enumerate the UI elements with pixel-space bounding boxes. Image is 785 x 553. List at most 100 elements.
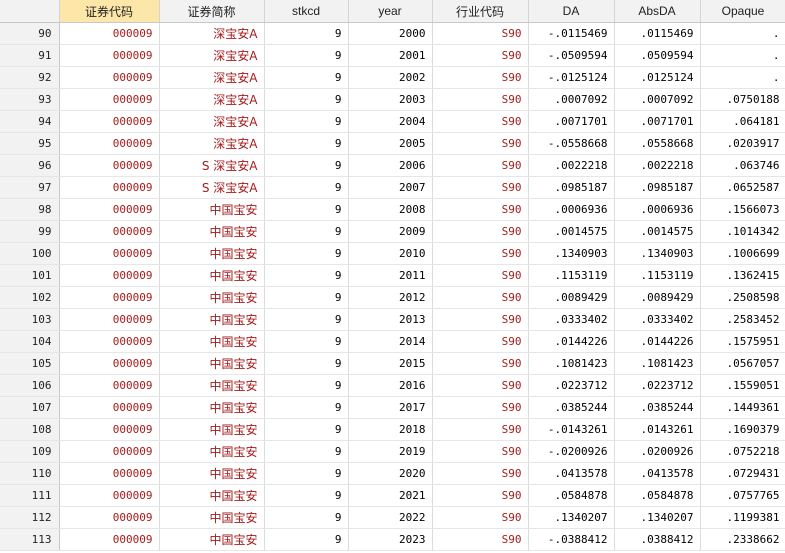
corner-cell[interactable] [0, 0, 60, 23]
cell-year[interactable]: 2020 [348, 462, 433, 485]
cell-code[interactable]: 000009 [59, 66, 160, 89]
cell-code[interactable]: 000009 [59, 440, 160, 463]
cell-code[interactable]: 000009 [59, 352, 160, 375]
cell-industry[interactable]: S90 [432, 44, 529, 67]
cell-year[interactable]: 2022 [348, 506, 433, 529]
cell-year[interactable]: 2015 [348, 352, 433, 375]
cell-opaque[interactable]: .1199381 [700, 506, 785, 529]
cell-code[interactable]: 000009 [59, 308, 160, 331]
cell-name[interactable]: 深宝安A [159, 22, 265, 45]
table-row[interactable]: 103 000009 中国宝安 9 2013 S90.0333402.0333402.25… [0, 308, 785, 331]
table-row[interactable]: 105 000009 中国宝安 9 2015 S90.1081423.1081423.05… [0, 352, 785, 375]
cell-code[interactable]: 000009 [59, 396, 160, 419]
cell-industry[interactable]: S90 [432, 528, 529, 551]
cell-name[interactable]: 中国宝安 [159, 286, 265, 309]
cell-da[interactable]: -.0388412 [528, 528, 615, 551]
cell-name[interactable]: 中国宝安 [159, 308, 265, 331]
cell-code[interactable]: 000009 [59, 330, 160, 353]
cell-year[interactable]: 2009 [348, 220, 433, 243]
cell-industry[interactable]: S90 [432, 418, 529, 441]
cell-name[interactable]: 中国宝安 [159, 528, 265, 551]
cell-da[interactable]: .1081423 [528, 352, 615, 375]
cell-name[interactable]: 中国宝安 [159, 220, 265, 243]
cell-name[interactable]: 中国宝安 [159, 374, 265, 397]
cell-da[interactable]: -.0509594 [528, 44, 615, 67]
cell-opaque[interactable]: . [700, 66, 785, 89]
cell-name[interactable]: 中国宝安 [159, 242, 265, 265]
cell-da[interactable]: .1340903 [528, 242, 615, 265]
cell-absda[interactable]: .0200926 [614, 440, 701, 463]
cell-name[interactable]: 中国宝安 [159, 264, 265, 287]
column-header-year[interactable]: year [348, 0, 433, 23]
column-header-opaque[interactable]: Opaque [700, 0, 785, 23]
cell-industry[interactable]: S90 [432, 484, 529, 507]
cell-year[interactable]: 2003 [348, 88, 433, 111]
cell-opaque[interactable]: .0757765 [700, 484, 785, 507]
cell-opaque[interactable]: .0729431 [700, 462, 785, 485]
cell-industry[interactable]: S90 [432, 330, 529, 353]
data-editor-grid[interactable]: 证券代码 证券简称 stkcd year 行业代码 DA AbsDA Opaqu… [0, 0, 785, 553]
column-header-da[interactable]: DA [528, 0, 615, 23]
cell-code[interactable]: 000009 [59, 132, 160, 155]
cell-da[interactable]: .0071701 [528, 110, 615, 133]
cell-industry[interactable]: S90 [432, 506, 529, 529]
cell-name[interactable]: S 深宝安A [159, 176, 265, 199]
cell-da[interactable]: .0022218 [528, 154, 615, 177]
table-row[interactable]: 113 000009 中国宝安 9 2023 S90 -.0388412.0388412.2… [0, 528, 785, 551]
cell-year[interactable]: 2017 [348, 396, 433, 419]
cell-stkcd[interactable]: 9 [264, 220, 349, 243]
column-header-code[interactable]: 证券代码 [59, 0, 160, 23]
cell-year[interactable]: 2006 [348, 154, 433, 177]
table-row[interactable]: 90 000009 深宝安A 9 2000 S90 -.0115469.0115469. [0, 22, 785, 45]
table-row[interactable]: 92 000009 深宝安A 9 2002 S90 -.0125124.0125124. [0, 66, 785, 89]
cell-opaque[interactable]: .064181 [700, 110, 785, 133]
table-row[interactable]: 95 000009 深宝安A 9 2005 S90 -.0558668.0558668.02… [0, 132, 785, 155]
cell-year[interactable]: 2001 [348, 44, 433, 67]
cell-code[interactable]: 000009 [59, 286, 160, 309]
cell-stkcd[interactable]: 9 [264, 286, 349, 309]
cell-stkcd[interactable]: 9 [264, 264, 349, 287]
cell-industry[interactable]: S90 [432, 462, 529, 485]
table-row[interactable]: 111 000009 中国宝安 9 2021 S90.0584878.0584878.07… [0, 484, 785, 507]
cell-opaque[interactable]: .0652587 [700, 176, 785, 199]
table-row[interactable]: 93 000009 深宝安A 9 2003 S90.0007092.0007092.075… [0, 88, 785, 111]
cell-da[interactable]: .1153119 [528, 264, 615, 287]
table-row[interactable]: 97 000009 S 深宝安A 9 2007 S90.0985187.0985187.0… [0, 176, 785, 199]
cell-absda[interactable]: .1081423 [614, 352, 701, 375]
cell-industry[interactable]: S90 [432, 286, 529, 309]
cell-absda[interactable]: .0558668 [614, 132, 701, 155]
cell-da[interactable]: .0584878 [528, 484, 615, 507]
cell-opaque[interactable]: .1014342 [700, 220, 785, 243]
cell-stkcd[interactable]: 9 [264, 176, 349, 199]
cell-stkcd[interactable]: 9 [264, 242, 349, 265]
cell-code[interactable]: 000009 [59, 506, 160, 529]
cell-code[interactable]: 000009 [59, 528, 160, 551]
cell-absda[interactable]: .0413578 [614, 462, 701, 485]
cell-year[interactable]: 2007 [348, 176, 433, 199]
cell-year[interactable]: 2005 [348, 132, 433, 155]
cell-stkcd[interactable]: 9 [264, 154, 349, 177]
cell-name[interactable]: 中国宝安 [159, 506, 265, 529]
cell-absda[interactable]: .1340207 [614, 506, 701, 529]
cell-stkcd[interactable]: 9 [264, 22, 349, 45]
cell-opaque[interactable]: . [700, 44, 785, 67]
cell-opaque[interactable]: .2508598 [700, 286, 785, 309]
cell-industry[interactable]: S90 [432, 110, 529, 133]
cell-da[interactable]: .0223712 [528, 374, 615, 397]
cell-da[interactable]: .0413578 [528, 462, 615, 485]
cell-industry[interactable]: S90 [432, 132, 529, 155]
cell-absda[interactable]: .0388412 [614, 528, 701, 551]
cell-opaque[interactable]: . [700, 22, 785, 45]
cell-name[interactable]: 深宝安A [159, 66, 265, 89]
cell-opaque[interactable]: .0567057 [700, 352, 785, 375]
cell-code[interactable]: 000009 [59, 264, 160, 287]
cell-absda[interactable]: .1153119 [614, 264, 701, 287]
cell-code[interactable]: 000009 [59, 374, 160, 397]
cell-year[interactable]: 2011 [348, 264, 433, 287]
cell-stkcd[interactable]: 9 [264, 374, 349, 397]
cell-year[interactable]: 2013 [348, 308, 433, 331]
table-row[interactable]: 108 000009 中国宝安 9 2018 S90 -.0143261.0143261.1… [0, 418, 785, 441]
table-row[interactable]: 104 000009 中国宝安 9 2014 S90.0144226.0144226.15… [0, 330, 785, 353]
cell-opaque[interactable]: .1362415 [700, 264, 785, 287]
cell-opaque[interactable]: .1690379 [700, 418, 785, 441]
